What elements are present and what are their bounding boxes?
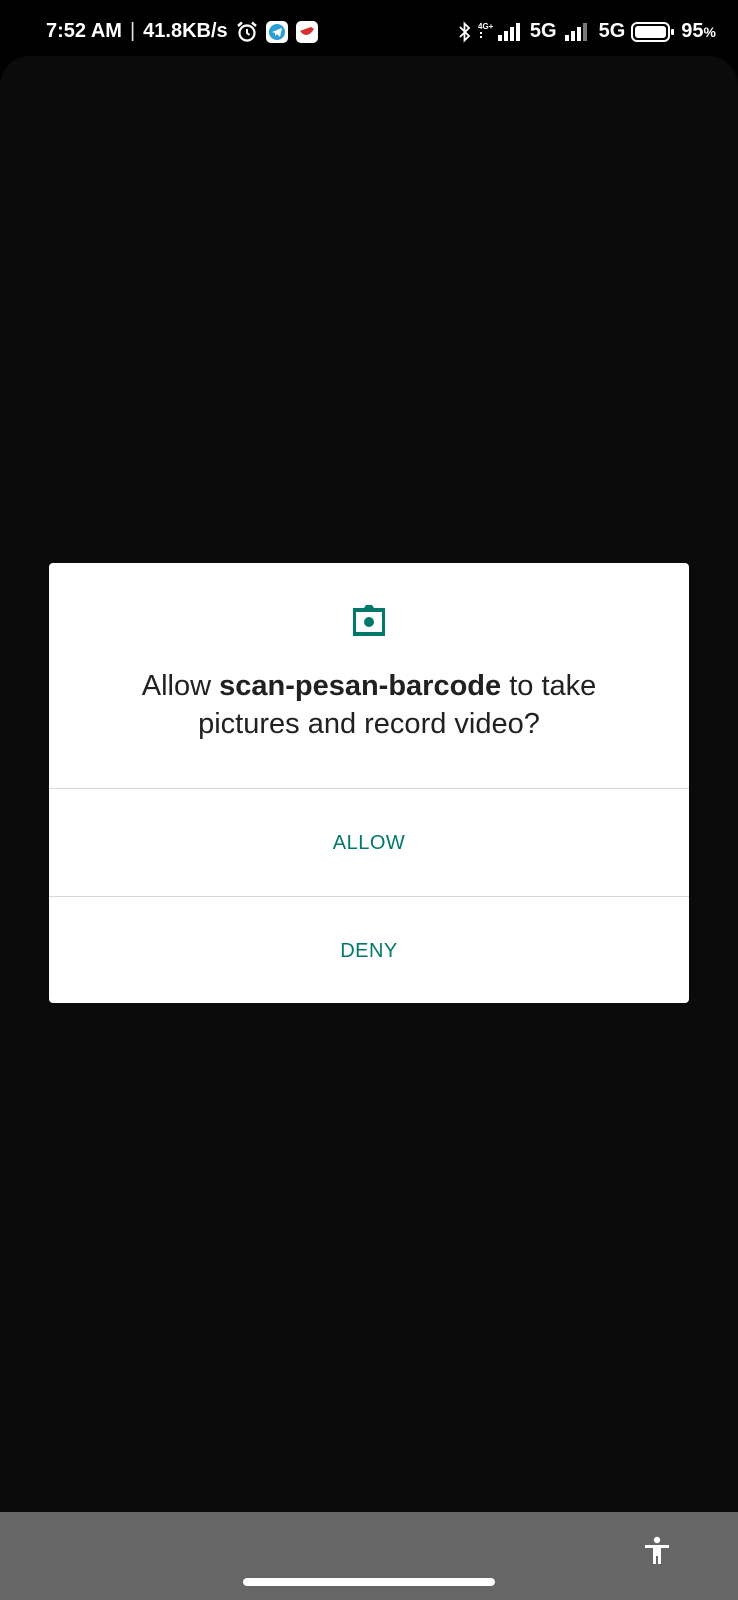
home-indicator[interactable]	[243, 1578, 495, 1586]
permission-message: Allow scan-pesan-barcode to take picture…	[89, 667, 649, 743]
battery-percent: 95%	[681, 20, 716, 43]
network-speed: 41.8KB/s	[143, 20, 228, 42]
status-bar: 7:52 AM | 41.8KB/s 4G+ 5G 5G 95%	[0, 0, 738, 56]
message-prefix: Allow	[141, 670, 220, 702]
status-separator: |	[129, 20, 136, 42]
status-left: 7:52 AM | 41.8KB/s	[46, 20, 318, 43]
svg-text:4G+: 4G+	[478, 22, 494, 31]
battery-percent-unit: %	[703, 24, 716, 40]
signal-icon-sim2	[563, 21, 593, 43]
status-right: 4G+ 5G 5G 95%	[458, 20, 716, 43]
sim2-network: 5G	[598, 20, 626, 42]
battery-icon	[631, 21, 675, 43]
sim1-network: 5G	[529, 20, 557, 42]
signal-icon: 4G+	[478, 21, 524, 43]
battery-percent-value: 95	[681, 20, 704, 42]
permission-dialog: Allow scan-pesan-barcode to take picture…	[49, 563, 689, 1003]
phone-screen: 7:52 AM | 41.8KB/s 4G+ 5G 5G 95% Allow s…	[0, 0, 738, 1600]
alarm-icon	[236, 21, 258, 43]
accessibility-icon[interactable]	[642, 1536, 672, 1566]
camera-icon	[349, 601, 389, 641]
navigation-bar	[0, 1512, 738, 1600]
bluetooth-icon	[458, 20, 472, 43]
deny-button[interactable]: DENY	[49, 897, 689, 1003]
app-name: scan-pesan-barcode	[219, 670, 502, 702]
allow-button[interactable]: ALLOW	[49, 789, 689, 896]
status-time: 7:52 AM	[46, 20, 122, 42]
app-notification-icon	[295, 20, 318, 43]
telegram-icon	[265, 20, 288, 43]
